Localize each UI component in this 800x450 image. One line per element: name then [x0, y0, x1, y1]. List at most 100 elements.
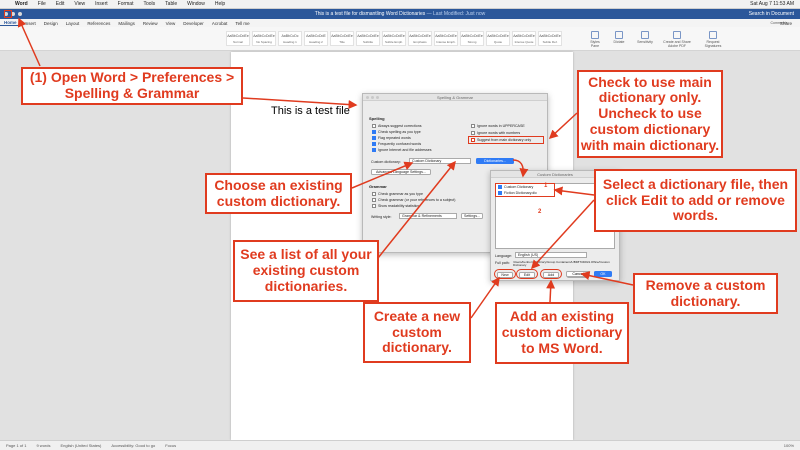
writing-style-select[interactable]: Grammar & Refinements [399, 213, 457, 219]
style-preview: AaBbCcDdEe [513, 34, 535, 38]
opt-ignore-internet[interactable]: Ignore Internet and file addresses [372, 148, 432, 152]
opt-grammar-as-you-type[interactable]: Check grammar as you type [372, 192, 423, 196]
opt-label: Check grammar (or your references to a s… [378, 198, 456, 202]
search-in-document[interactable]: Search in Document [749, 11, 794, 17]
focus-button[interactable]: Focus [165, 443, 176, 448]
status-bar: Page 1 of 1 9 words English (United Stat… [0, 440, 800, 450]
tab-layout[interactable]: Layout [62, 21, 84, 26]
menu-insert[interactable]: Insert [90, 1, 113, 7]
menu-table[interactable]: Table [160, 1, 182, 7]
tab-view[interactable]: View [162, 21, 180, 26]
tab-home[interactable]: Home [0, 20, 21, 26]
dialog-zoom-button[interactable] [376, 96, 379, 99]
opt-check-grammar[interactable]: Check grammar (or your references to a s… [372, 198, 456, 202]
zoom-level[interactable]: 100% [784, 443, 800, 448]
microphone-icon [615, 31, 623, 39]
create-pdf-label: Create and Share Adobe PDF [663, 40, 691, 48]
style-label: Intense Quote [514, 40, 534, 44]
tab-insert[interactable]: Insert [21, 21, 40, 26]
style-normal[interactable]: AaBbCcDdEe Normal [226, 31, 250, 46]
dialog-minimize-button[interactable] [371, 96, 374, 99]
checkbox[interactable] [372, 192, 376, 196]
custom-dictionary-select[interactable]: Custom Dictionary [409, 158, 471, 164]
menu-word[interactable]: Word [10, 1, 33, 7]
style-quote[interactable]: AaBbCcDdEe Quote [486, 31, 510, 46]
style-subtle-emph-[interactable]: AaBbCcDdEe Subtle Emph. [382, 31, 406, 46]
menu-edit[interactable]: Edit [51, 1, 70, 7]
zoom-window-button[interactable] [18, 12, 22, 16]
style-title[interactable]: AaBbCcDdEe Title [330, 31, 354, 46]
tab-mailings[interactable]: Mailings [114, 21, 139, 26]
opt-check-spelling[interactable]: Check spelling as you type [372, 130, 421, 134]
styles-pane-button[interactable]: Styles Pane [586, 31, 604, 48]
ok-button[interactable]: OK [594, 271, 612, 277]
style-no-spacing[interactable]: AaBbCcDdEe No Spacing [252, 31, 276, 46]
advanced-language-button[interactable]: Advanced Language Settings... [371, 169, 431, 175]
style-intense-emph-[interactable]: AaBbCcDdEe Intense Emph. [434, 31, 458, 46]
comments-button[interactable]: Comments [764, 21, 794, 37]
style-emphasis[interactable]: AaBbCcDdEe Emphasis [408, 31, 432, 46]
checkbox[interactable] [372, 136, 376, 140]
checkbox[interactable] [372, 124, 376, 128]
grammar-heading: Grammar [369, 184, 387, 189]
full-path-value: /Users/benborrett/Library/Group Containe… [513, 260, 610, 268]
style-label: Normal [233, 40, 243, 44]
accessibility-status[interactable]: Accessibility: Good to go [111, 443, 155, 448]
style-preview: AaBbCcDdEe [253, 34, 275, 38]
opt-flag-repeated[interactable]: Flag repeated words [372, 136, 411, 140]
menu-tools[interactable]: Tools [138, 1, 160, 7]
tab-references[interactable]: References [83, 21, 114, 26]
menu-window[interactable]: Window [182, 1, 210, 7]
style-intense-quote[interactable]: AaBbCcDdEe Intense Quote [512, 31, 536, 46]
checkbox[interactable] [372, 204, 376, 208]
style-subtitle[interactable]: AaBbCcDdEe Subtitle [356, 31, 380, 46]
opt-label: Ignore words in UPPERCASE [477, 124, 525, 128]
menu-view[interactable]: View [69, 1, 90, 7]
language-status[interactable]: English (United States) [60, 443, 101, 448]
tab-tell-me[interactable]: Tell me [231, 21, 253, 26]
tab-design[interactable]: Design [40, 21, 62, 26]
opt-always-suggest[interactable]: Always suggest corrections [372, 124, 422, 128]
language-select[interactable]: English (US) [515, 252, 587, 258]
word-count[interactable]: 9 words [36, 443, 50, 448]
document-text[interactable]: This is a test file [271, 105, 350, 117]
style-heading-1[interactable]: AaBbCcDc Heading 1 [278, 31, 302, 46]
request-signatures-button[interactable]: Request Signatures [700, 31, 726, 48]
style-strong[interactable]: AaBbCcDdEe Strong [460, 31, 484, 46]
checkbox[interactable] [471, 138, 475, 142]
opt-ignore-uppercase[interactable]: Ignore words in UPPERCASE [471, 124, 525, 128]
style-preview: AaBbCcDdEe [461, 34, 483, 38]
style-preview: AaBbCcDdEe [435, 34, 457, 38]
page-count[interactable]: Page 1 of 1 [6, 443, 26, 448]
dictate-button[interactable]: Dictate [610, 31, 628, 47]
checkbox[interactable] [372, 130, 376, 134]
checkbox[interactable] [372, 148, 376, 152]
opt-confused-words[interactable]: Frequently confused words [372, 142, 421, 146]
tab-developer[interactable]: Developer [179, 21, 208, 26]
pdf-icon [673, 31, 681, 39]
callout-open-word: (1) Open Word > Preferences > Spelling &… [21, 67, 243, 105]
tab-review[interactable]: Review [139, 21, 162, 26]
grammar-settings-button[interactable]: Settings... [461, 213, 483, 219]
style-heading-2[interactable]: AaBbCcDdE Heading 2 [304, 31, 328, 46]
menu-format[interactable]: Format [113, 1, 139, 7]
tab-acrobat[interactable]: Acrobat [208, 21, 232, 26]
menu-help[interactable]: Help [210, 1, 230, 7]
sensitivity-button[interactable]: Sensitivity [636, 31, 654, 47]
checkbox[interactable] [471, 124, 475, 128]
cancel-button[interactable]: Cancel [566, 271, 590, 277]
checkbox[interactable] [471, 131, 475, 135]
create-pdf-button[interactable]: Create and Share Adobe PDF [662, 31, 692, 48]
style-preview: AaBbCcDdE [306, 34, 326, 38]
opt-ignore-numbers[interactable]: Ignore words with numbers [471, 131, 520, 135]
style-preview: AaBbCcDdEe [331, 34, 353, 38]
opt-readability[interactable]: Show readability statistics [372, 204, 419, 208]
checkbox[interactable] [372, 142, 376, 146]
checkbox[interactable] [372, 198, 376, 202]
style-subtle-ref-[interactable]: AaBbCcDdEe Subtle Ref. [538, 31, 562, 46]
opt-label: Check spelling as you type [378, 130, 421, 134]
dictionaries-button[interactable]: Dictionaries... [476, 158, 514, 164]
dialog-close-button[interactable] [366, 96, 369, 99]
menu-file[interactable]: File [33, 1, 51, 7]
opt-main-dictionary-only[interactable]: Suggest from main dictionary only [471, 138, 531, 142]
